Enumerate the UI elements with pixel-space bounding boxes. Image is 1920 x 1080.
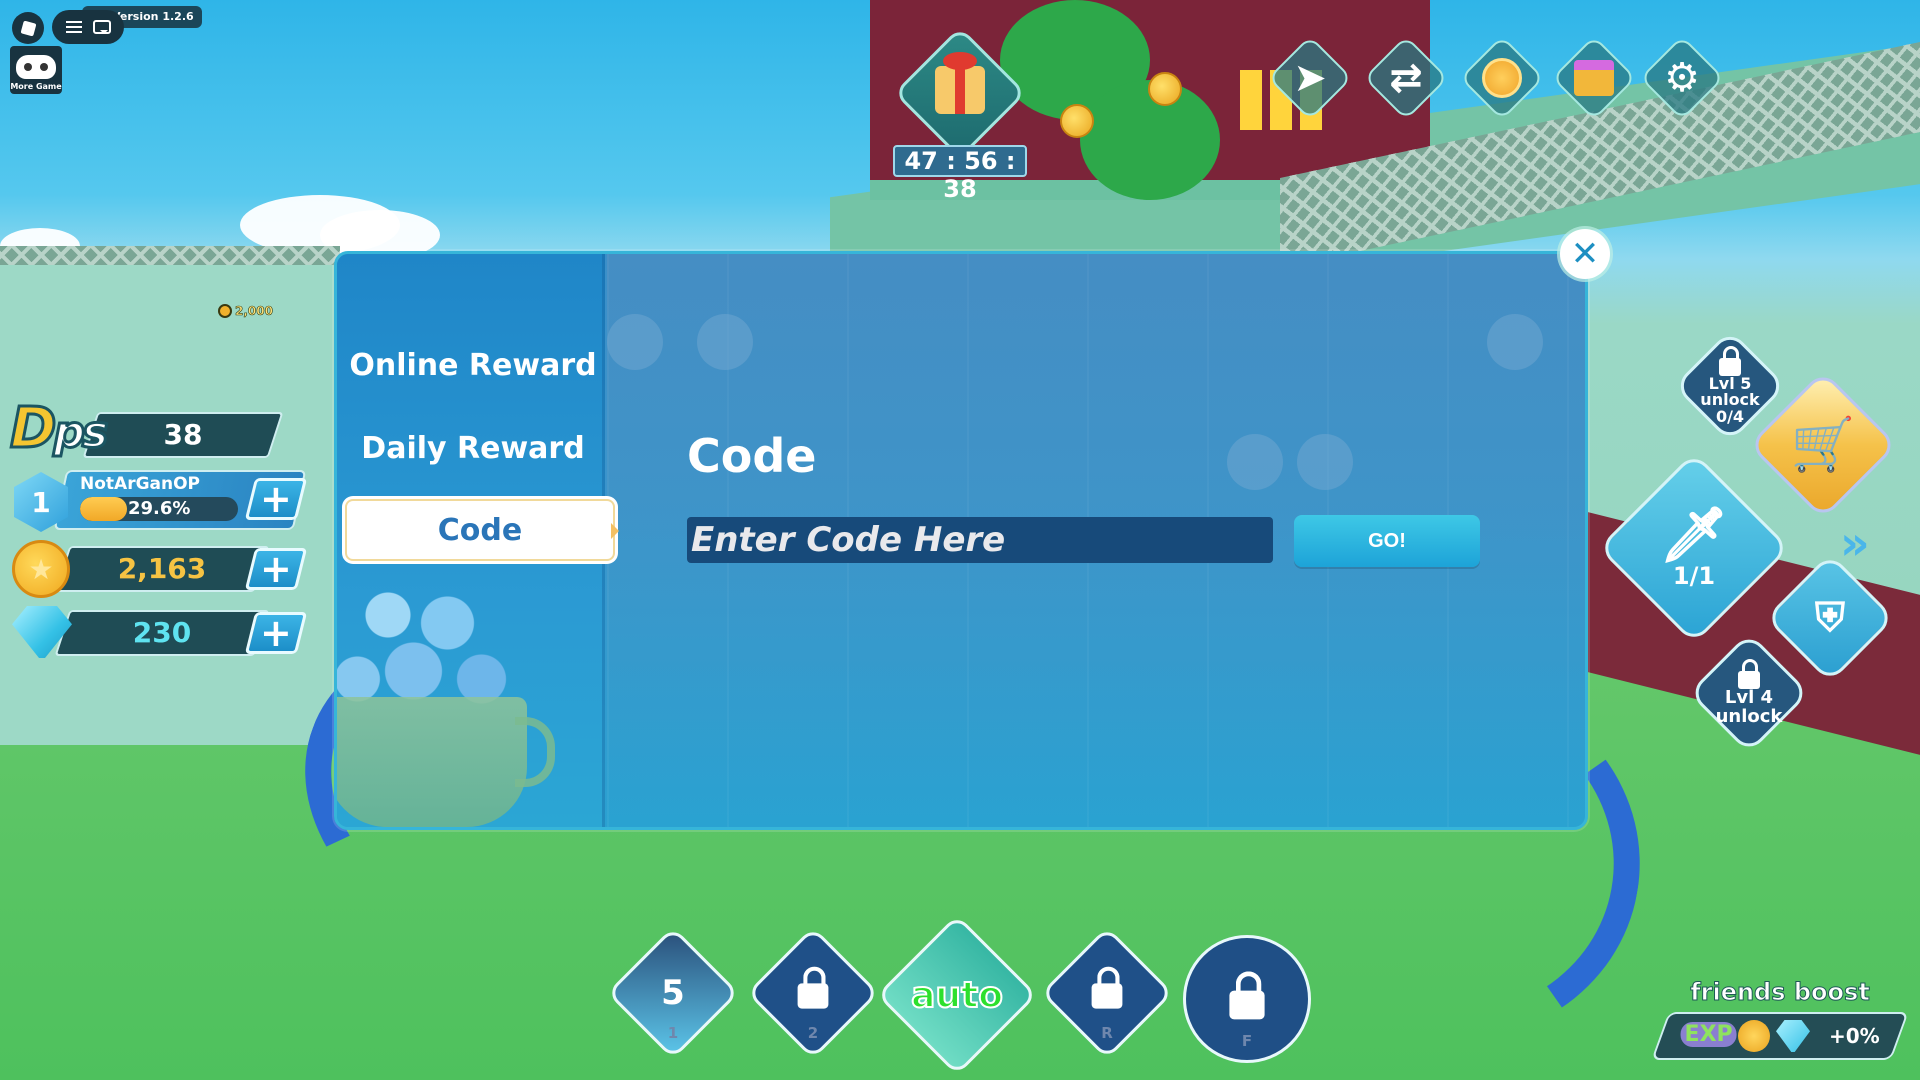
close-icon: ✕ [1570, 234, 1600, 274]
coin-icon [1148, 72, 1182, 106]
roblox-menu-button[interactable] [12, 12, 44, 44]
roblox-logo-icon [20, 20, 36, 36]
gear-icon: ⚙ [1664, 55, 1700, 101]
auto-label: auto [910, 974, 1004, 1017]
xp-percent: 29.6% [128, 498, 191, 519]
buy-level-button[interactable]: + [244, 477, 308, 521]
lock-icon [1738, 659, 1760, 690]
chat-icon[interactable] [92, 20, 111, 34]
weapon-button[interactable]: 🗡 1/1 [1597, 451, 1791, 645]
friends-boost-title: friends boost [1690, 978, 1871, 1007]
player-name: NotArGanOP [80, 474, 201, 494]
gift-icon [935, 52, 985, 114]
lock-icon [1719, 346, 1741, 376]
plus-icon: + [260, 611, 292, 655]
roblox-topbar [52, 10, 124, 44]
coin-icon [1738, 1020, 1770, 1052]
lamp-decoration [607, 314, 663, 370]
skill-slot-2[interactable]: 2 [746, 926, 880, 1060]
tab-daily-reward[interactable]: Daily Reward [345, 417, 601, 479]
coin-value: 2,163 [117, 552, 207, 585]
rewards-modal: Online Reward Daily Reward Code Code GO! [334, 251, 1588, 830]
world-coin-amount: 2,000 [235, 304, 274, 319]
friends-boost: friends boost EXP +0% [1651, 978, 1909, 1060]
player-level: 1 [31, 485, 51, 519]
medal-icon [1482, 58, 1522, 98]
xp-progress-fill [80, 497, 127, 521]
gift-timer: 47 : 56 : 38 [893, 145, 1027, 203]
auto-attack-toggle[interactable]: auto [876, 914, 1038, 1076]
unlock-progress: 0/4 [1715, 407, 1745, 427]
coin-display: 2,163 [54, 546, 270, 592]
keybind-label: 1 [667, 1024, 679, 1042]
expand-arrows-icon[interactable]: » [1840, 516, 1870, 570]
close-button[interactable]: ✕ [1560, 229, 1610, 279]
trade-icon: ⇄ [1389, 55, 1423, 101]
lamp-decoration [697, 314, 753, 370]
lock-icon [1229, 971, 1265, 1020]
send-button[interactable]: ➤ [1267, 35, 1353, 121]
settings-button[interactable]: ⚙ [1639, 35, 1725, 121]
sword-icon: 🗡 [1659, 503, 1729, 567]
more-game-button[interactable]: More Game [10, 46, 62, 94]
locked-slot-lvl5[interactable]: Lvl 5 unlock 0/4 [1673, 329, 1787, 443]
lamp-decoration [1487, 314, 1543, 370]
buy-gems-button[interactable]: + [244, 611, 308, 655]
tab-panel: Online Reward Daily Reward Code [337, 254, 619, 827]
armor-icon: ⛨ [1815, 595, 1845, 641]
keybind-label: F [1241, 1032, 1253, 1050]
lamp-decoration [1297, 434, 1353, 490]
present-icon [1574, 60, 1614, 96]
more-game-label: More Game [10, 82, 62, 91]
lamp-decoration [1227, 434, 1283, 490]
coin-icon [218, 304, 232, 318]
buy-coins-button[interactable]: + [244, 547, 308, 591]
send-icon: ➤ [1293, 55, 1327, 101]
weapon-count: 1/1 [1672, 561, 1716, 590]
locked-slot-lvl4[interactable]: Lvl 4 unlock [1688, 632, 1810, 754]
friends-boost-bar: EXP +0% [1651, 1012, 1909, 1060]
shopping-cart-icon: 🛒 [1790, 414, 1856, 475]
dps-display: 38 [82, 412, 284, 458]
gem-value: 230 [132, 616, 192, 649]
keybind-label: 2 [807, 1024, 819, 1042]
coin-icon [1060, 104, 1094, 138]
world-coin-pickup: 2,000 [218, 304, 273, 318]
coin-icon: ★ [12, 540, 70, 598]
medal-button[interactable] [1459, 35, 1545, 121]
go-button[interactable]: GO! [1294, 515, 1480, 567]
keybind-label: R [1101, 1024, 1113, 1042]
skill-slot-r[interactable]: R [1040, 926, 1174, 1060]
lock-icon [1091, 966, 1123, 1009]
code-input[interactable] [687, 517, 1273, 563]
gift-shop-button[interactable] [1551, 35, 1637, 121]
skill-slot-1[interactable]: 5 1 [606, 926, 740, 1060]
tab-code[interactable]: Code [345, 499, 619, 561]
lock-icon [797, 966, 829, 1009]
dps-value: 38 [163, 418, 203, 451]
exp-icon: EXP [1680, 1022, 1737, 1047]
tab-online-reward[interactable]: Online Reward [345, 334, 601, 396]
skill-slot-f[interactable]: F [1183, 935, 1311, 1063]
armor-button[interactable]: ⛨ [1764, 552, 1896, 684]
gem-display: 230 [54, 610, 270, 656]
dps-logo: Dps [8, 395, 109, 463]
gamepad-icon [16, 55, 56, 79]
shop-button[interactable]: 🛒 [1748, 370, 1898, 520]
plus-icon: + [260, 477, 292, 521]
hamburger-menu-icon[interactable] [65, 21, 82, 33]
gem-bowl-illustration [337, 567, 557, 827]
trade-button[interactable]: ⇄ [1363, 35, 1449, 121]
section-title: Code [687, 429, 817, 483]
gem-icon [1776, 1020, 1810, 1052]
unlock-label: unlock [1715, 706, 1783, 727]
plus-icon: + [260, 547, 292, 591]
friends-boost-value: +0% [1829, 1024, 1880, 1048]
